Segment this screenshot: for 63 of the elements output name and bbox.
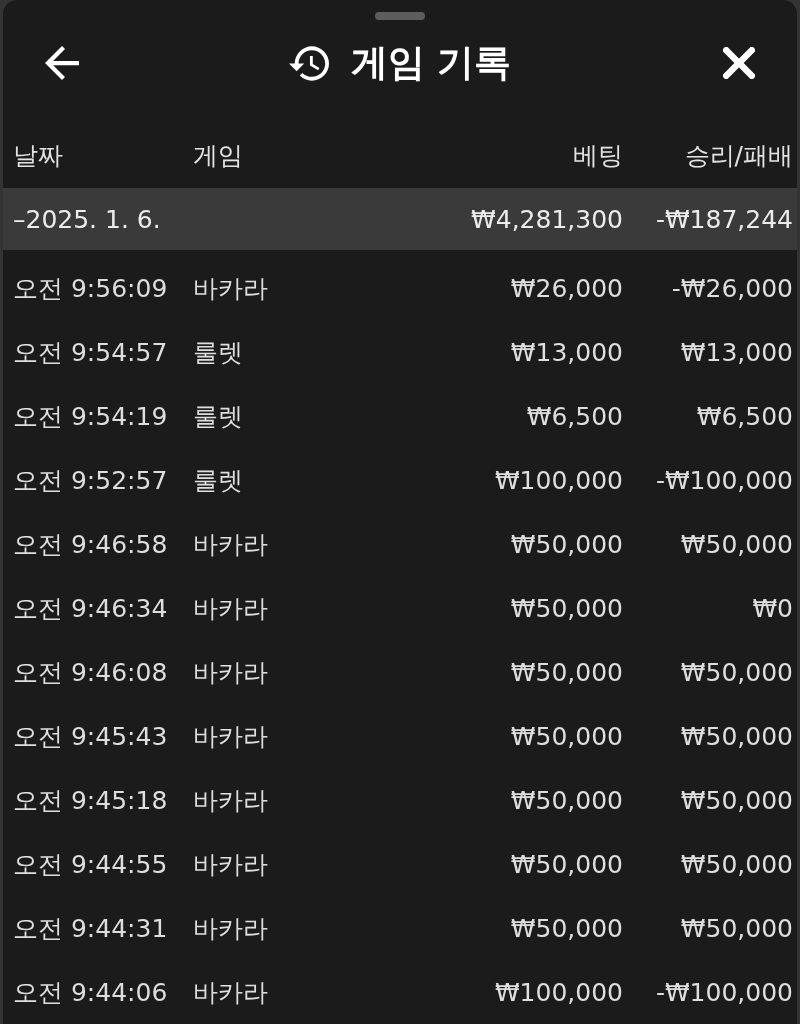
game-cell-text: 바카라 (193, 720, 269, 753)
result-cell: -₩100,000 (655, 465, 793, 495)
time-cell-text: 오전 9:46:58 (13, 528, 169, 561)
result-cell: ₩6,500 (696, 401, 793, 431)
date-group-row[interactable]: –2025. 1. 6. ₩4,281,300 -₩187,244 (3, 188, 797, 250)
time-cell-text: 오전 9:45:18 (13, 784, 169, 817)
time-cell-text: 오전 9:44:55 (13, 848, 169, 881)
bet-cell: ₩50,000 (510, 849, 623, 879)
time-cell-text: 오전 9:44:31 (13, 912, 169, 945)
back-button[interactable] (45, 46, 79, 80)
result-cell: ₩13,000 (680, 337, 793, 367)
column-header: 승리/패배 (684, 140, 793, 172)
time-cell-text: 오전 9:46:08 (13, 656, 169, 689)
time-cell-text: 오전 9:44:06 (13, 976, 169, 1009)
game-cell-text: 바카라 (193, 912, 269, 945)
time-cell-text: 오전 9:56:09 (13, 272, 169, 305)
sheet-title: 게임 기록 (350, 40, 512, 86)
close-icon (723, 47, 755, 79)
bet-cell: ₩50,000 (510, 529, 623, 559)
bet-cell: ₩26,000 (510, 273, 623, 303)
game-cell-text: 룰렛 (193, 336, 244, 369)
game-cell-text: 룰렛 (193, 400, 244, 433)
result-cell: ₩50,000 (680, 657, 793, 687)
game-cell-text: 바카라 (193, 656, 269, 689)
column-header: 날짜 (13, 140, 64, 172)
bet-cell: ₩13,000 (510, 337, 623, 367)
group-bet-total: ₩4,281,300 (471, 204, 623, 234)
bet-cell: ₩50,000 (510, 785, 623, 815)
column-header: 베팅 (573, 140, 623, 172)
result-cell: ₩50,000 (680, 721, 793, 751)
group-result-total: -₩187,244 (655, 204, 793, 234)
time-cell-text: 오전 9:46:34 (13, 592, 169, 625)
group-date: –2025. 1. 6. (13, 204, 162, 234)
game-cell-text: 바카라 (193, 528, 269, 561)
time-cell-text: 오전 9:54:19 (13, 400, 169, 433)
close-button[interactable] (723, 47, 755, 79)
drag-handle[interactable] (375, 12, 425, 20)
result-cell: ₩50,000 (680, 913, 793, 943)
bet-cell: ₩6,500 (526, 401, 623, 431)
result-cell: -₩26,000 (671, 273, 793, 303)
result-cell: ₩50,000 (680, 785, 793, 815)
history-icon (288, 45, 329, 81)
game-cell-text: 바카라 (193, 976, 269, 1009)
bet-cell: ₩50,000 (510, 721, 623, 751)
bet-cell: ₩50,000 (510, 657, 623, 687)
column-header: 게임 (193, 140, 244, 172)
time-cell-text: 오전 9:45:43 (13, 720, 169, 753)
game-cell-text: 바카라 (193, 784, 269, 817)
time-cell-text: 오전 9:54:57 (13, 336, 169, 369)
bet-cell: ₩100,000 (494, 465, 623, 495)
back-arrow-icon (45, 46, 79, 80)
bet-cell: ₩50,000 (510, 593, 623, 623)
time-cell-text: 오전 9:52:57 (13, 464, 169, 497)
bet-cell: ₩100,000 (494, 977, 623, 1007)
bet-cell: ₩50,000 (510, 913, 623, 943)
game-cell-text: 바카라 (193, 848, 269, 881)
result-cell: ₩0 (752, 593, 793, 623)
result-cell: -₩100,000 (655, 977, 793, 1007)
game-cell-text: 바카라 (193, 592, 269, 625)
result-cell: ₩50,000 (680, 529, 793, 559)
result-cell: ₩50,000 (680, 849, 793, 879)
game-cell-text: 바카라 (193, 272, 269, 305)
game-cell-text: 룰렛 (193, 464, 244, 497)
